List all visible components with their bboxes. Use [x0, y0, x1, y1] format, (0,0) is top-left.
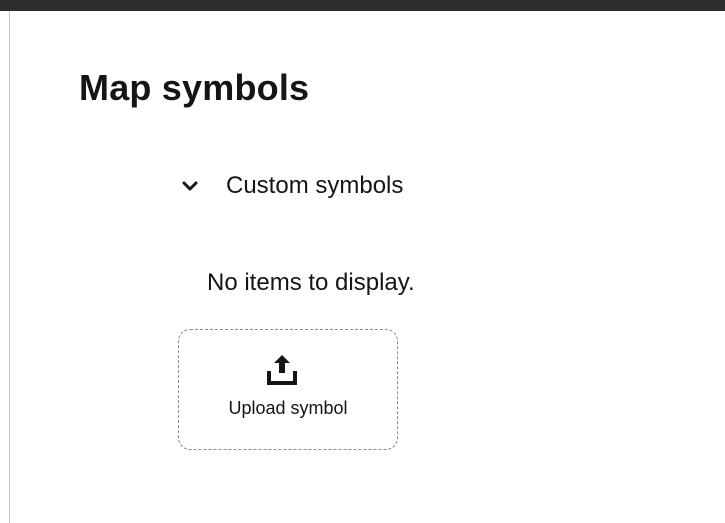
section-label: Custom symbols: [226, 172, 404, 199]
left-border: [0, 11, 10, 523]
custom-symbols-section-toggle[interactable]: Custom symbols: [180, 168, 403, 204]
chevron-down-icon: [180, 176, 200, 196]
upload-icon: [266, 352, 298, 386]
map-symbols-panel: Map symbols Custom symbols No items to d…: [0, 0, 725, 523]
empty-state-text: No items to display.: [207, 269, 415, 296]
upload-symbol-button[interactable]: Upload symbol: [178, 329, 398, 450]
page-title: Map symbols: [79, 67, 310, 108]
top-bar: [0, 0, 725, 11]
upload-label: Upload symbol: [228, 398, 348, 418]
